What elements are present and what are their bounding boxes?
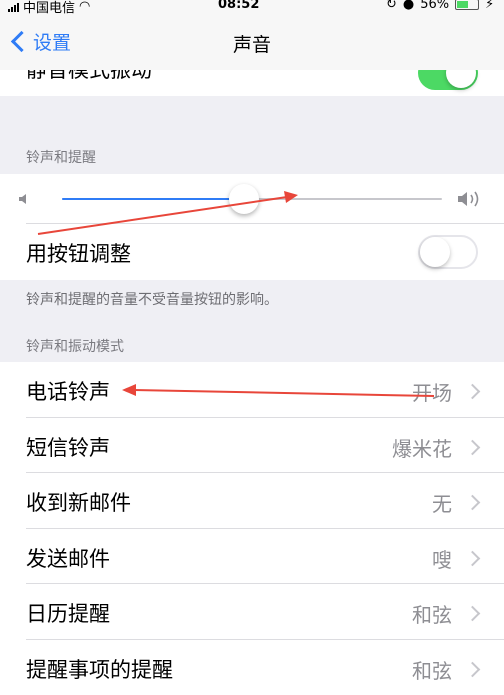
volume-slider-track[interactable] xyxy=(62,198,442,200)
chevron-right-icon xyxy=(465,384,481,400)
silent-vibrate-toggle[interactable] xyxy=(418,70,478,90)
ringer-volume-row xyxy=(0,174,504,224)
silent-vibrate-row[interactable]: 静音模式振动 xyxy=(0,70,504,96)
toggle-knob xyxy=(420,237,450,267)
toggle-knob xyxy=(446,70,476,88)
ringtone-row-label: 短信铃声 xyxy=(26,432,110,462)
page-title: 声音 xyxy=(0,30,504,57)
ringer-section-header: 铃声和提醒 xyxy=(26,147,96,167)
status-right: ↻ ● 56% ⚡ xyxy=(386,0,494,12)
orientation-lock-icon: ↻ xyxy=(386,0,397,12)
ringtone-row-label: 收到新邮件 xyxy=(26,487,131,517)
signal-icon xyxy=(8,2,19,12)
status-time: 08:52 xyxy=(218,0,259,12)
ringtone-row[interactable]: 短信铃声 爆米花 xyxy=(0,418,504,474)
charging-icon: ⚡ xyxy=(485,0,494,12)
ringtone-row[interactable]: 日历提醒 和弦 xyxy=(0,584,504,640)
change-with-buttons-row[interactable]: 用按钮调整 xyxy=(0,224,504,280)
ringtone-row[interactable]: 收到新邮件 无 xyxy=(0,473,504,529)
ringtone-row-label: 日历提醒 xyxy=(26,598,110,628)
ringtone-row-value: 和弦 xyxy=(412,599,452,628)
volume-low-icon xyxy=(16,191,32,207)
volume-slider-thumb[interactable] xyxy=(229,184,259,214)
chevron-right-icon xyxy=(465,439,481,455)
navigation-bar: 设置 声音 xyxy=(0,14,504,70)
battery-icon xyxy=(455,0,479,10)
ringtone-row[interactable]: 发送邮件 嗖 xyxy=(0,529,504,585)
chevron-right-icon xyxy=(465,495,481,511)
battery-percent: 56% xyxy=(420,0,449,12)
ringtone-row-label: 提醒事项的提醒 xyxy=(26,654,173,684)
ringtone-row-value: 开场 xyxy=(412,377,452,406)
chevron-right-icon xyxy=(465,661,481,677)
change-with-buttons-toggle[interactable] xyxy=(418,235,478,269)
ringtone-row-label: 发送邮件 xyxy=(26,543,110,573)
ringtone-row-label: 电话铃声 xyxy=(26,376,110,406)
ringtone-row-value: 和弦 xyxy=(412,655,452,684)
ringtone-row-value: 无 xyxy=(432,488,452,517)
ringtone-row[interactable]: 电话铃声 开场 xyxy=(0,362,504,418)
volume-slider-fill xyxy=(62,198,244,200)
chevron-right-icon xyxy=(465,606,481,622)
patterns-section-header: 铃声和振动模式 xyxy=(26,336,124,356)
ringer-section-footer: 铃声和提醒的音量不受音量按钮的影响。 xyxy=(26,289,278,309)
ringtone-row-value: 嗖 xyxy=(432,544,452,573)
silent-vibrate-label: 静音模式振动 xyxy=(26,70,152,84)
change-with-buttons-label: 用按钮调整 xyxy=(26,238,131,268)
ringtone-row-value: 爆米花 xyxy=(392,433,452,462)
chevron-right-icon xyxy=(465,550,481,566)
alarm-icon: ● xyxy=(403,0,414,12)
volume-high-icon xyxy=(456,188,486,210)
ringtone-row[interactable]: 提醒事项的提醒 和弦 xyxy=(0,640,504,695)
status-bar: 中国电信 ◠ 08:52 ↻ ● 56% ⚡ xyxy=(0,0,504,14)
wifi-icon: ◠ xyxy=(79,0,90,14)
